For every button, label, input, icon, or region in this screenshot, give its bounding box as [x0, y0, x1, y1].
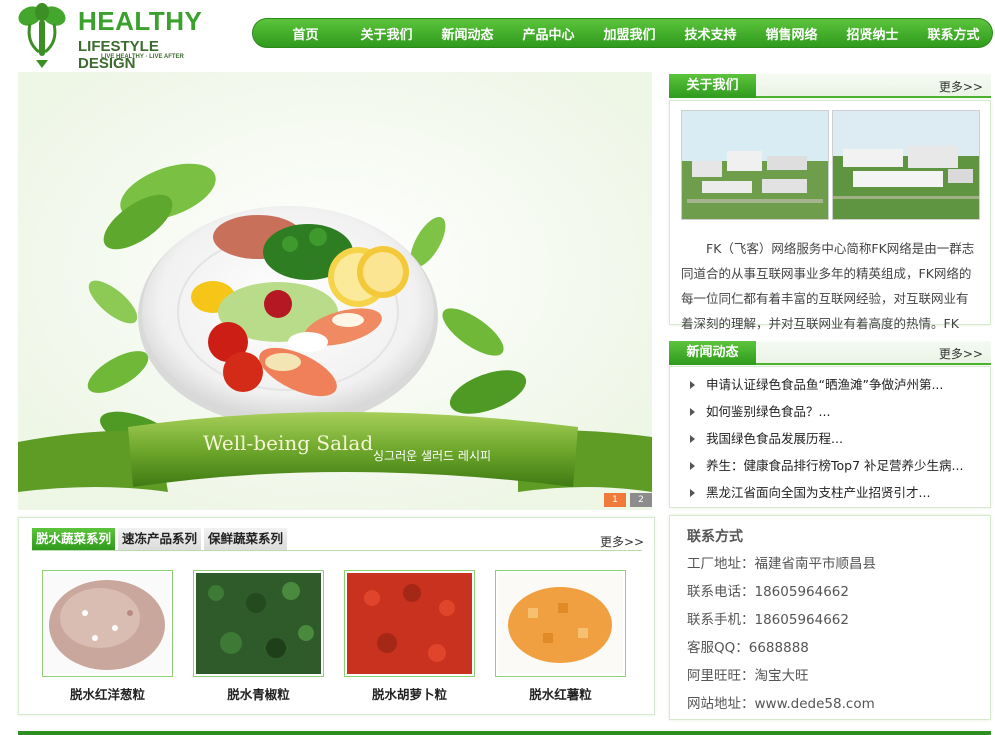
product-tabs: 脱水蔬菜系列 速冻产品系列 保鲜蔬菜系列	[32, 528, 288, 550]
product-name: 脱水胡萝卜粒	[371, 687, 447, 702]
news-item[interactable]: 黑龙江省面向全国为支柱产业招贤引才...	[690, 479, 980, 506]
ribbon-korean: 싱그러운 샐러드 레시피	[373, 449, 491, 463]
product-card[interactable]: 脱水红薯粒	[495, 570, 626, 703]
product-image	[495, 570, 626, 677]
hero-banner[interactable]: Well-being Salad 싱그러운 샐러드 레시피	[18, 72, 652, 510]
product-name: 脱水青椒粒	[227, 687, 290, 702]
contact-box: 联系方式 工厂地址：福建省南平市顺昌县 联系电话：18605964662 联系手…	[669, 515, 991, 720]
bullet-arrow-icon	[690, 381, 695, 389]
nav-item-sales[interactable]: 销售网络	[751, 24, 832, 43]
product-card[interactable]: 脱水青椒粒	[193, 570, 324, 703]
news-list: 申请认证绿色食品鱼“晒渔滩”争做泸州第... 如何鉴别绿色食品？... 我国绿色…	[690, 371, 980, 506]
news-item[interactable]: 如何鉴别绿色食品？...	[690, 398, 980, 425]
news-item[interactable]: 我国绿色食品发展历程...	[690, 425, 980, 452]
nav-item-join[interactable]: 加盟我们	[589, 24, 670, 43]
ribbon-title: Well-being Salad	[203, 431, 373, 455]
contact-mobile: 联系手机：18605964662	[687, 612, 849, 628]
bullet-arrow-icon	[690, 408, 695, 416]
news-item-text: 黑龙江省面向全国为支柱产业招贤引才...	[706, 485, 931, 500]
about-title: 关于我们	[669, 74, 756, 98]
bullet-arrow-icon	[690, 489, 695, 497]
bullet-arrow-icon	[690, 462, 695, 470]
news-item-text: 我国绿色食品发展历程...	[706, 431, 843, 446]
nav-item-home[interactable]: 首页	[265, 24, 346, 43]
factory-photo-2	[832, 110, 980, 220]
nav-item-about[interactable]: 关于我们	[346, 24, 427, 43]
contact-website[interactable]: 网站地址：www.dede58.com	[687, 690, 876, 718]
nav-item-support[interactable]: 技术支持	[670, 24, 751, 43]
news-title: 新闻动态	[669, 341, 756, 365]
about-header: 关于我们 更多>>	[669, 74, 991, 98]
news-item-text: 申请认证绿色食品鱼“晒渔滩”争做泸州第...	[706, 377, 944, 392]
site-logo[interactable]: HEALTHY LIFESTYLE DESIGN LIVE HEALTHY · …	[16, 2, 216, 72]
nav-item-products[interactable]: 产品中心	[508, 24, 589, 43]
contact-title: 联系方式	[687, 529, 743, 545]
factory-photo-1	[681, 110, 829, 220]
product-name: 脱水红洋葱粒	[69, 687, 145, 702]
news-item[interactable]: 申请认证绿色食品鱼“晒渔滩”争做泸州第...	[690, 371, 980, 398]
bullet-arrow-icon	[690, 435, 695, 443]
tab-fresh-vegetables[interactable]: 保鲜蔬菜系列	[204, 528, 288, 550]
news-item[interactable]: 养生：健康食品排行榜Top7 补足营养少生病...	[690, 452, 980, 479]
product-card[interactable]: 脱水红洋葱粒	[42, 570, 173, 703]
nav-item-contact[interactable]: 联系方式	[913, 24, 994, 43]
product-image	[193, 570, 324, 677]
news-header: 新闻动态 更多>>	[669, 341, 991, 365]
nav-item-news[interactable]: 新闻动态	[427, 24, 508, 43]
contact-address: 工厂地址：福建省南平市顺昌县	[687, 556, 876, 572]
news-more-link[interactable]: 更多>>	[939, 345, 983, 362]
tab-dehydrated-vegetables[interactable]: 脱水蔬菜系列	[32, 528, 116, 550]
leaf-logo-icon	[18, 3, 66, 68]
news-item-text: 如何鉴别绿色食品？...	[706, 404, 831, 419]
banner-page-2[interactable]: 2	[630, 493, 652, 507]
banner-pager: 1 2	[604, 493, 652, 507]
news-item-text: 养生：健康食品排行榜Top7 补足营养少生病...	[706, 458, 964, 473]
logo-tagline: LIVE HEALTHY · LIVE AFTER	[101, 54, 184, 60]
product-card[interactable]: 脱水胡萝卜粒	[344, 570, 475, 703]
nav-item-careers[interactable]: 招贤纳士	[832, 24, 913, 43]
product-name: 脱水红薯粒	[529, 687, 592, 702]
main-nav: 首页 关于我们 新闻动态 产品中心 加盟我们 技术支持 销售网络 招贤纳士 联系…	[252, 18, 993, 48]
tab-divider	[32, 550, 642, 551]
tab-frozen-products[interactable]: 速冻产品系列	[118, 528, 202, 550]
footer-divider	[18, 731, 991, 735]
contact-wangwang: 阿里旺旺：淘宝大旺	[687, 668, 809, 684]
contact-phone: 联系电话：18605964662	[687, 584, 849, 600]
contact-qq: 客服QQ：6688888	[687, 640, 809, 656]
salad-banner-image: Well-being Salad 싱그러운 샐러드 레시피	[18, 72, 652, 510]
product-image	[42, 570, 173, 677]
products-more-link[interactable]: 更多>>	[600, 533, 644, 550]
product-image	[344, 570, 475, 677]
logo-brand: HEALTHY	[78, 6, 203, 36]
banner-page-1[interactable]: 1	[604, 493, 626, 507]
about-more-link[interactable]: 更多>>	[939, 78, 983, 95]
